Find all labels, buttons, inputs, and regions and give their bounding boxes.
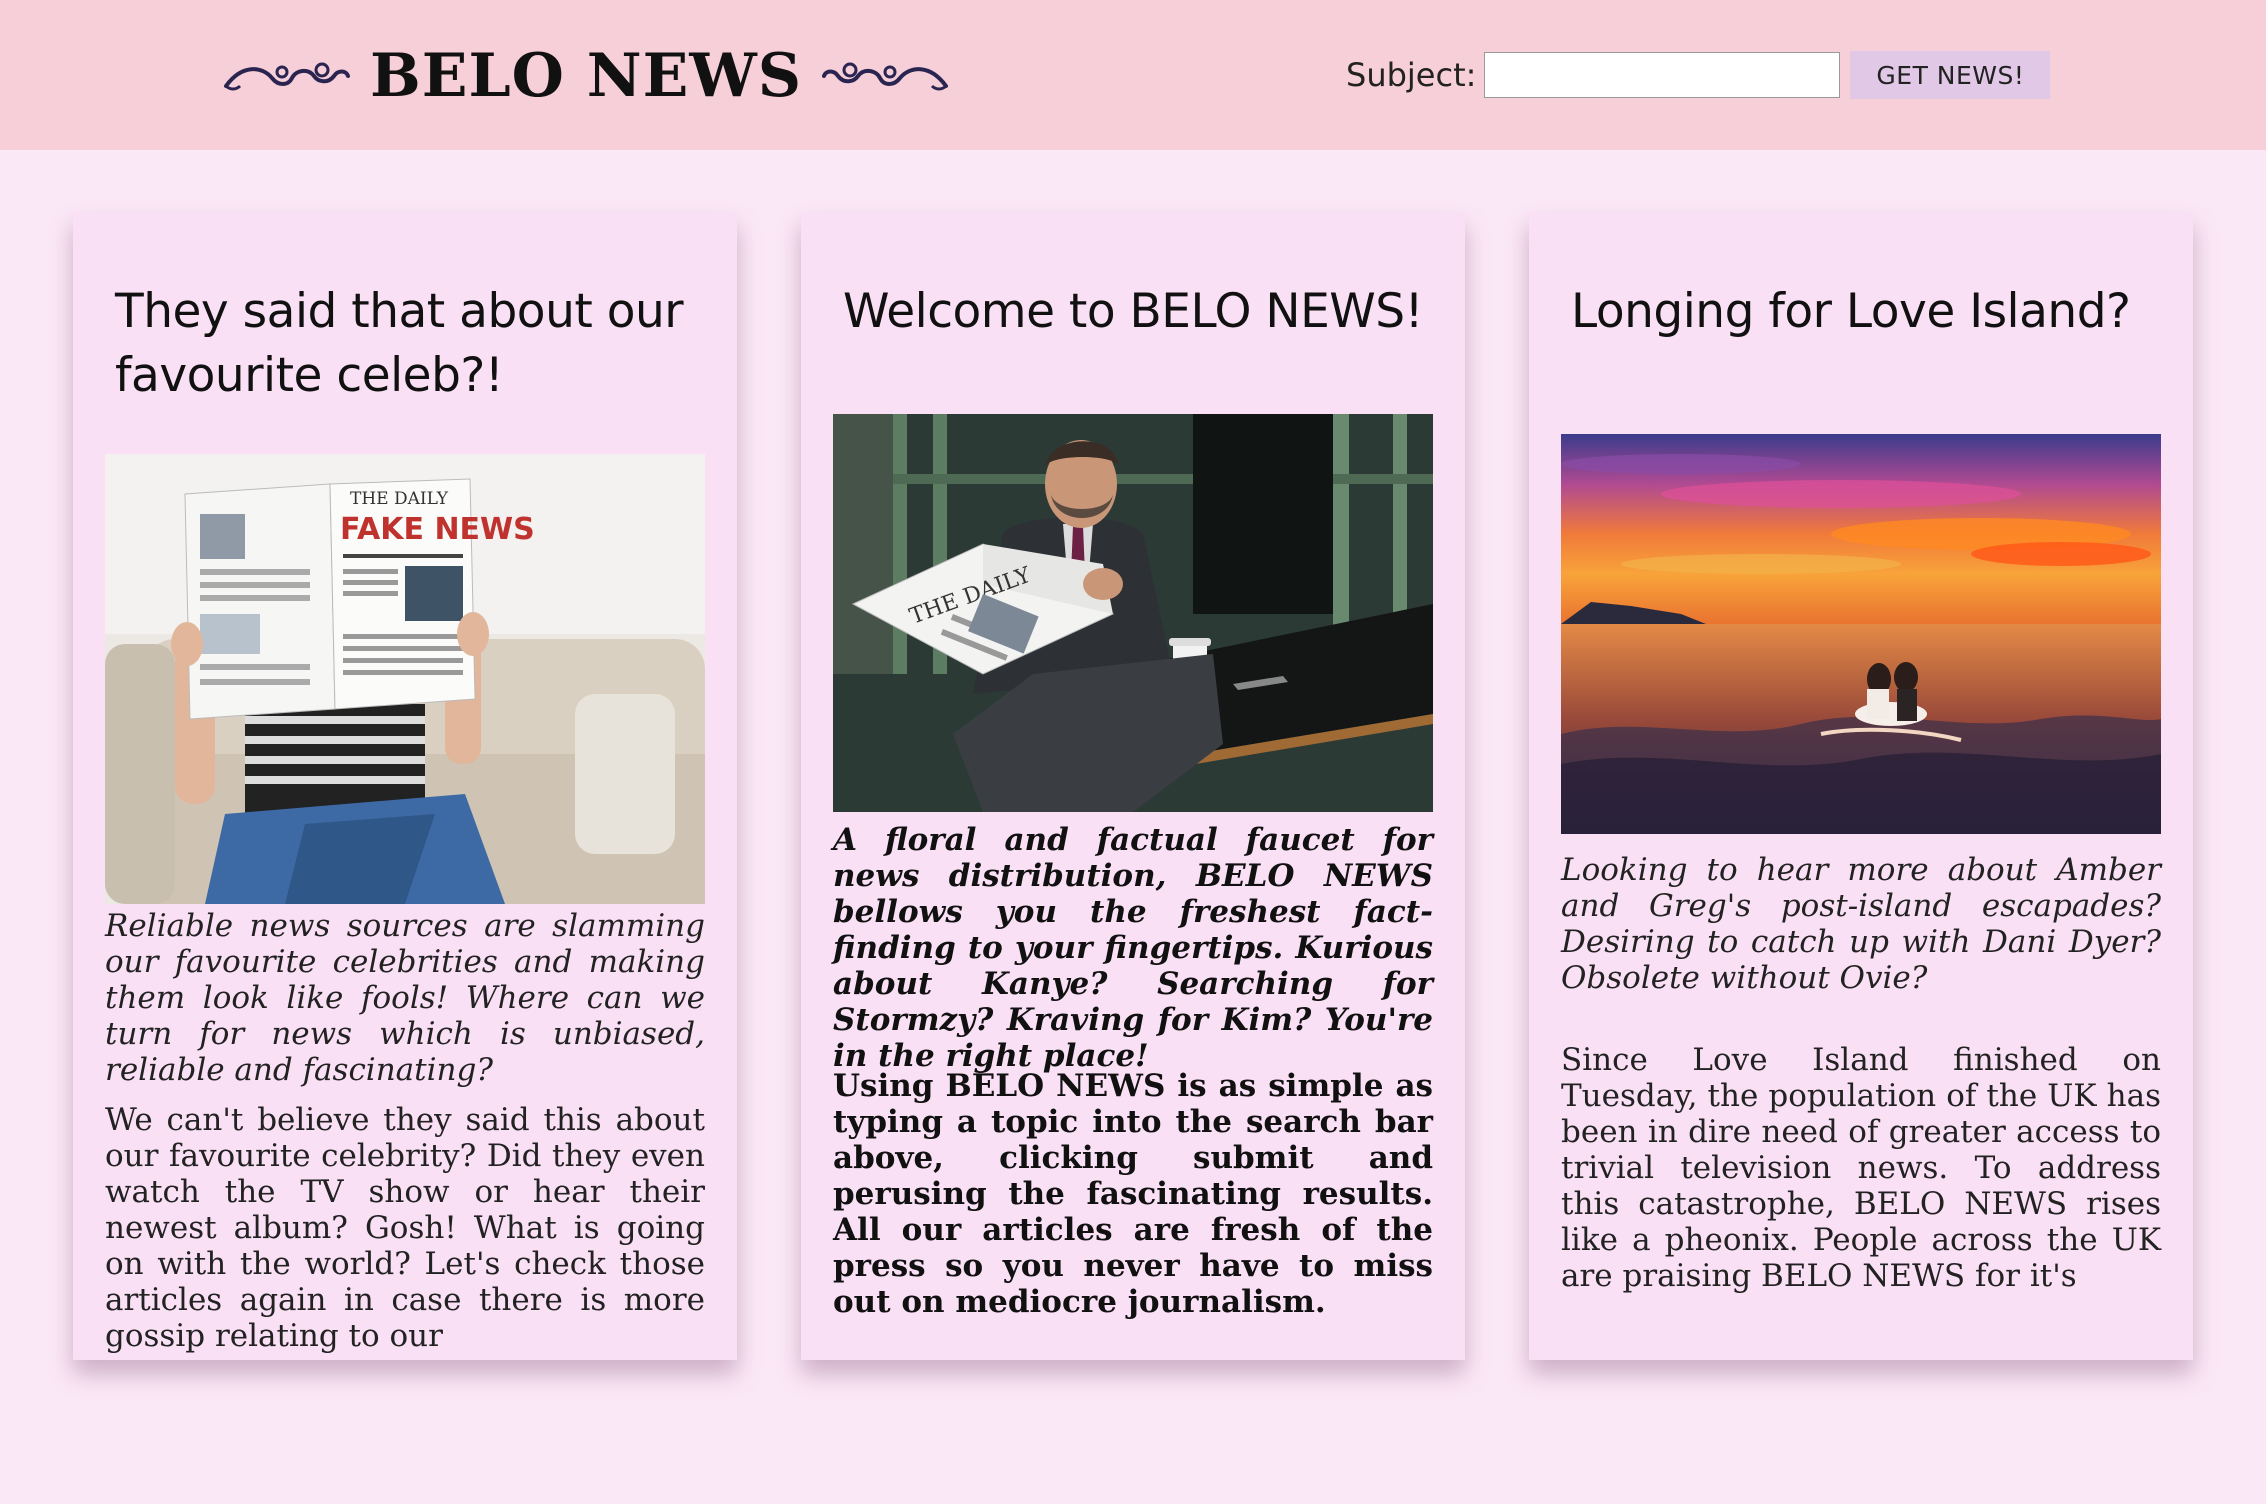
subject-input[interactable] [1484, 52, 1841, 98]
card-intro: A floral and factual faucet for news dis… [833, 822, 1433, 1074]
card-title: They said that about our favourite celeb… [115, 284, 684, 403]
site-logo[interactable]: BELO NEWS [222, 36, 950, 116]
article-card-celeb: They said that about our favourite celeb… [73, 212, 737, 1360]
card-title: Longing for Love Island? [1571, 284, 2131, 339]
site-header: BELO NEWS Subject: GET NEWS! [0, 0, 2266, 150]
man-reading-newspaper-image: THE DAILY [833, 414, 1433, 812]
card-body: Using BELO NEWS is as simple as typing a… [833, 1068, 1433, 1320]
card-body: We can't believe they said this about ou… [105, 1102, 705, 1354]
card-body: Since Love Island finished on Tuesday, t… [1561, 1042, 2161, 1294]
card-intro: Reliable news sources are slamming our f… [105, 908, 705, 1088]
woman-reading-newspaper-image: THE DAILY FAKE NEWS [105, 454, 705, 904]
card-title: Welcome to BELO NEWS! [843, 284, 1423, 339]
svg-text:THE DAILY: THE DAILY [350, 489, 449, 509]
article-card-love-island: Longing for Love Island? Looking to hear… [1529, 212, 2193, 1360]
sunset-beach-couple-image [1561, 434, 2161, 834]
flourish-right-icon [820, 56, 950, 96]
svg-text:FAKE NEWS: FAKE NEWS [340, 512, 535, 547]
card-intro: Looking to hear more about Amber and Gre… [1561, 852, 2161, 996]
subject-label: Subject: [1346, 56, 1477, 94]
get-news-button[interactable]: GET NEWS! [1850, 51, 2051, 99]
search-form: Subject: GET NEWS! [1346, 50, 2051, 100]
article-card-welcome: Welcome to BELO NEWS! THE DAILY A floral… [801, 212, 1465, 1360]
site-title: BELO NEWS [370, 41, 803, 111]
flourish-left-icon [222, 56, 352, 96]
